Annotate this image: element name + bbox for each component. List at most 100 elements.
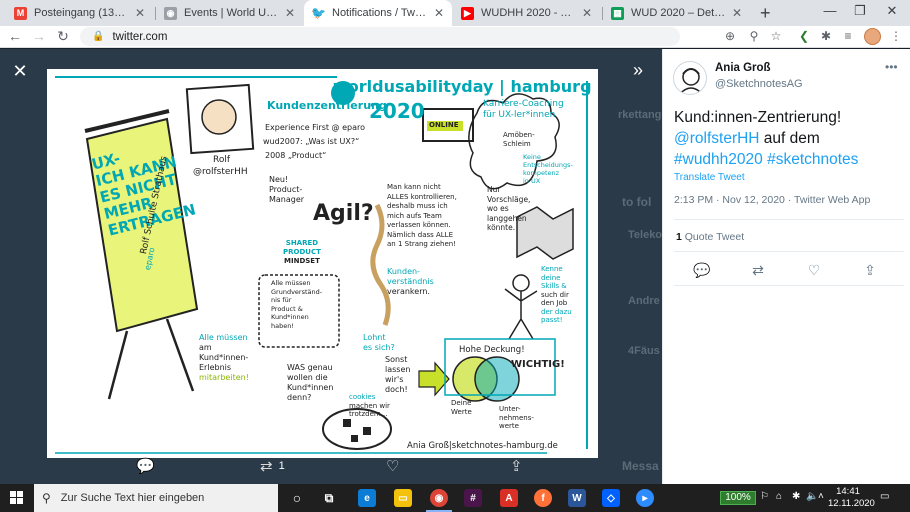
reload-icon[interactable]: ↻: [54, 28, 72, 45]
extension-icon[interactable]: ❮: [796, 29, 812, 43]
wud-icon: ◉: [164, 6, 177, 20]
keine-kompetenz-line: Keine: [523, 153, 541, 161]
alle-muessen-line: Erlebnis: [199, 363, 232, 372]
author-avatar[interactable]: [673, 61, 707, 95]
cortana-icon[interactable]: ○: [288, 489, 306, 507]
background-text: 4Fäus: [628, 345, 660, 357]
share-button[interactable]: ⇪: [510, 457, 523, 475]
retweet-button[interactable]: ⇄ 1: [260, 457, 285, 475]
keine-kompetenz-line: in UX: [523, 177, 541, 185]
author-name[interactable]: Ania Groß: [715, 62, 771, 74]
keine-kompetenz-line: Entscheidungs-: [523, 161, 573, 169]
back-icon[interactable]: ←: [6, 28, 24, 44]
alle-muessen-line: Alle müssen: [199, 333, 248, 342]
close-icon[interactable]: ✕: [135, 6, 145, 20]
unternehmenswerte-line: nehmens-: [499, 413, 534, 422]
kontrollieren-line: verlassen können.: [387, 221, 451, 229]
signature-text: Ania Groß|sketchnotes-hamburg.de: [407, 441, 558, 451]
tab-title: Events | World Usability Day: [184, 7, 279, 19]
kontrollieren-line: Nämlich dass ALLE: [387, 230, 454, 239]
unternehmenswerte-text: Unter- nehmens- werte: [499, 405, 534, 431]
chevron-up-icon[interactable]: ˄: [818, 491, 824, 502]
forward-icon[interactable]: →: [30, 28, 48, 44]
dropbox-icon[interactable]: ◇: [602, 489, 620, 507]
shared-mindset-text: SHARED PRODUCT MINDSET: [283, 239, 321, 266]
lohnt-text: Lohnt es sich?: [363, 333, 395, 353]
windows-start-icon[interactable]: [10, 491, 24, 505]
network-icon[interactable]: ⚐: [760, 491, 769, 502]
wichtig-text: WICHTIG!: [511, 359, 565, 370]
quote-tweets-link[interactable]: 1 Quote Tweet: [676, 231, 744, 243]
grundverstaendnis-line: Product &: [271, 304, 303, 313]
firefox-icon[interactable]: f: [534, 489, 552, 507]
portrait-name: Rolf: [213, 155, 231, 165]
profile-avatar[interactable]: [864, 28, 881, 45]
zoom-app-icon[interactable]: ▸: [636, 489, 654, 507]
hashtag-link[interactable]: #sketchnotes: [767, 151, 858, 168]
reading-list-icon[interactable]: ≡: [840, 29, 856, 43]
tab-events[interactable]: ◉ Events | World Usability Day ✕: [156, 0, 303, 26]
file-explorer-icon[interactable]: ▭: [394, 489, 412, 507]
close-viewer-button[interactable]: ✕: [8, 59, 32, 83]
hashtag-link[interactable]: #wudhh2020: [674, 151, 763, 168]
chrome-icon[interactable]: ◉: [426, 489, 452, 512]
share-icon[interactable]: ⇪: [861, 262, 879, 279]
word-icon[interactable]: W: [568, 489, 586, 507]
retweet-icon: ⇄: [260, 458, 273, 475]
translate-tweet-link[interactable]: Translate Tweet: [674, 172, 745, 183]
heart-icon: ♡: [386, 458, 400, 475]
add-icon[interactable]: ⊕: [722, 29, 738, 43]
reply-icon[interactable]: 💬: [693, 262, 711, 279]
battery-indicator[interactable]: 100%: [720, 491, 756, 505]
close-icon[interactable]: ✕: [285, 6, 295, 20]
slack-icon[interactable]: #: [464, 489, 482, 507]
media-viewer: rkettang to fol Teleko Andre 4Fäus Messa…: [0, 49, 662, 484]
people-icon[interactable]: ⌂: [776, 491, 782, 502]
more-options-icon[interactable]: •••: [885, 60, 898, 74]
task-view-icon[interactable]: ⧉: [320, 489, 338, 507]
product-2008-text: 2008 „Product“: [265, 151, 327, 160]
close-icon[interactable]: ✕: [582, 6, 592, 20]
reply-button[interactable]: 💬: [136, 457, 155, 475]
edge-icon[interactable]: e: [358, 489, 376, 507]
kenne-skills-line: deine: [541, 273, 561, 282]
cookie-chip: [343, 419, 351, 427]
system-clock[interactable]: 14:41 12.11.2020: [828, 486, 875, 510]
heart-icon[interactable]: ♡: [805, 262, 823, 279]
cookies-line: trotzdem...: [349, 410, 388, 418]
bookmark-star-icon[interactable]: ☆: [768, 29, 784, 43]
tab-sheets[interactable]: ▦ WUD 2020 – Detaillierter Ab... ✕: [603, 0, 750, 26]
background-text: Teleko: [628, 229, 662, 241]
acrobat-icon[interactable]: A: [500, 489, 518, 507]
retweet-icon[interactable]: ⇄: [749, 262, 767, 279]
taskbar-search[interactable]: ⚲ Zur Suche Text hier eingeben: [34, 484, 278, 512]
author-handle[interactable]: @SketchnotesAG: [715, 78, 803, 90]
maximize-button[interactable]: ❐: [846, 3, 874, 19]
background-text: to fol: [622, 195, 652, 209]
collapse-pane-button[interactable]: »: [626, 59, 650, 83]
close-icon[interactable]: ✕: [434, 6, 444, 20]
address-bar[interactable]: 🔒 twitter.com: [80, 27, 680, 46]
minimize-button[interactable]: —: [816, 3, 844, 18]
puzzle-icon[interactable]: ✱: [818, 29, 834, 43]
close-window-button[interactable]: ✕: [878, 3, 906, 19]
tab-youtube[interactable]: ▶ WUDHH 2020 - YouTube ✕: [453, 0, 600, 26]
taskbar: ⚲ Zur Suche Text hier eingeben ○ ⧉ e ▭ ◉…: [0, 484, 910, 512]
like-button[interactable]: ♡: [386, 457, 399, 475]
tab-twitter[interactable]: 🐦 Notifications / Twitter ✕: [304, 0, 452, 26]
amoeben-text: Amöben- Schleim: [503, 131, 535, 149]
new-tab-button[interactable]: +: [760, 3, 771, 24]
volume-icon[interactable]: 🔈: [806, 491, 818, 502]
mention-link[interactable]: @rolfsterHH: [674, 130, 760, 147]
notifications-icon[interactable]: ▭: [880, 491, 889, 502]
alle-muessen-line: mitarbeiten!: [199, 373, 249, 382]
kenne-skills-line: Skills &: [541, 282, 567, 290]
bluetooth-icon[interactable]: ✱: [792, 491, 800, 502]
tab-gmail[interactable]: M Posteingang (132) - saskia.w... ✕: [6, 0, 153, 26]
nur-vorschlaege-line: könnte.: [487, 223, 516, 232]
zoom-icon[interactable]: ⚲: [746, 29, 762, 43]
wud-logo-text: worldusabilityday | hamburg: [333, 77, 592, 96]
close-icon[interactable]: ✕: [732, 6, 742, 20]
menu-icon[interactable]: ⋮: [888, 29, 904, 43]
deine-werte-text: Deine Werte: [451, 399, 472, 416]
